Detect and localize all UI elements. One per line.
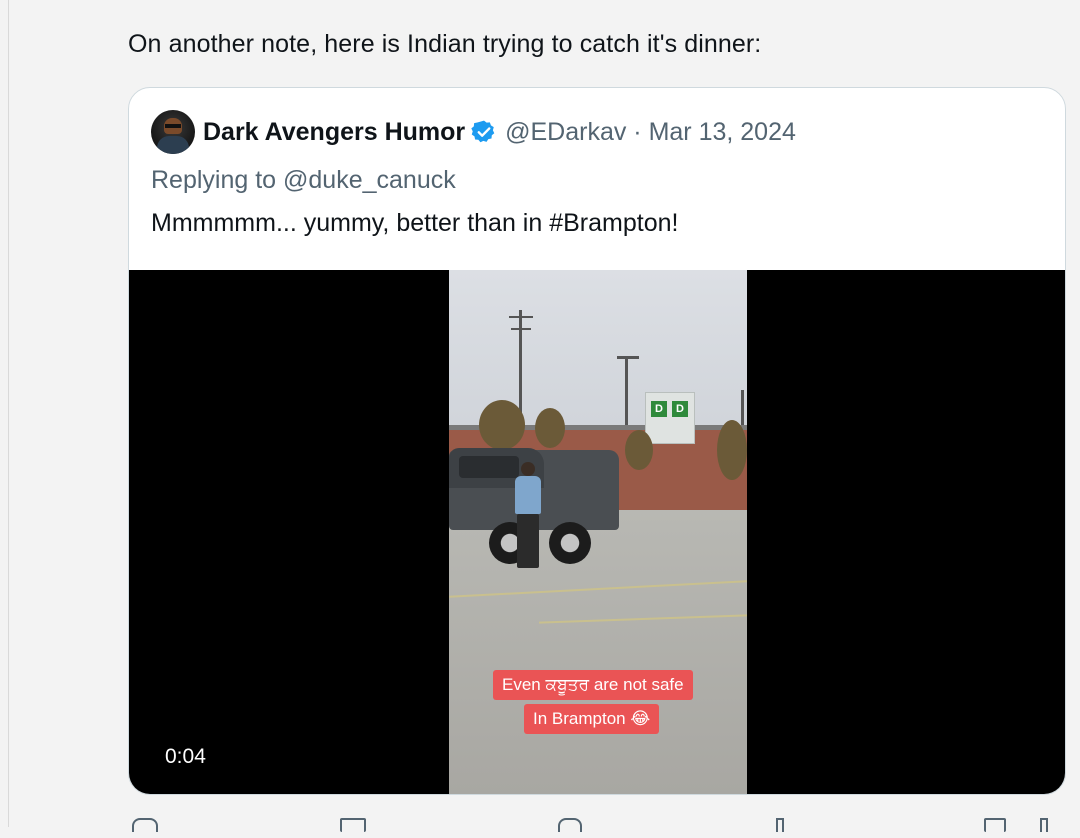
author-name[interactable]: Dark Avengers Humor (203, 118, 465, 147)
quoted-tweet-text: Mmmmmm... yummy, better than in #Brampto… (151, 209, 679, 237)
post-text: On another note, here is Indian trying t… (128, 30, 762, 58)
page-divider (8, 0, 9, 827)
quoted-tweet-card[interactable]: Dark Avengers Humor @EDarkav · Mar 13, 2… (128, 87, 1066, 795)
video-player[interactable]: D D Even ਕਬੂਤਰ are not safe In Brampton … (129, 270, 1065, 794)
video-caption-line-2: In Brampton 😂 (524, 704, 660, 734)
avatar[interactable] (151, 110, 195, 154)
bookmark-icon[interactable] (984, 818, 1006, 832)
tweet-actions (128, 818, 1066, 838)
like-icon[interactable] (558, 818, 582, 832)
video-caption-line-1: Even ਕਬੂਤਰ are not safe (493, 670, 693, 700)
video-timestamp: 0:04 (165, 745, 206, 768)
reply-icon[interactable] (132, 818, 158, 832)
quoted-tweet-header: Dark Avengers Humor @EDarkav · Mar 13, 2… (151, 110, 796, 154)
video-frame: D D Even ਕਬੂਤਰ are not safe In Brampton … (449, 270, 747, 794)
handle-and-date[interactable]: @EDarkav · Mar 13, 2024 (505, 118, 796, 147)
td-bank-sign-icon: D D (645, 392, 695, 444)
views-icon[interactable] (776, 818, 784, 832)
replying-to: Replying to @duke_canuck (151, 166, 456, 194)
share-icon[interactable] (1040, 818, 1048, 832)
verified-badge-icon (471, 119, 497, 145)
repost-icon[interactable] (340, 818, 366, 832)
